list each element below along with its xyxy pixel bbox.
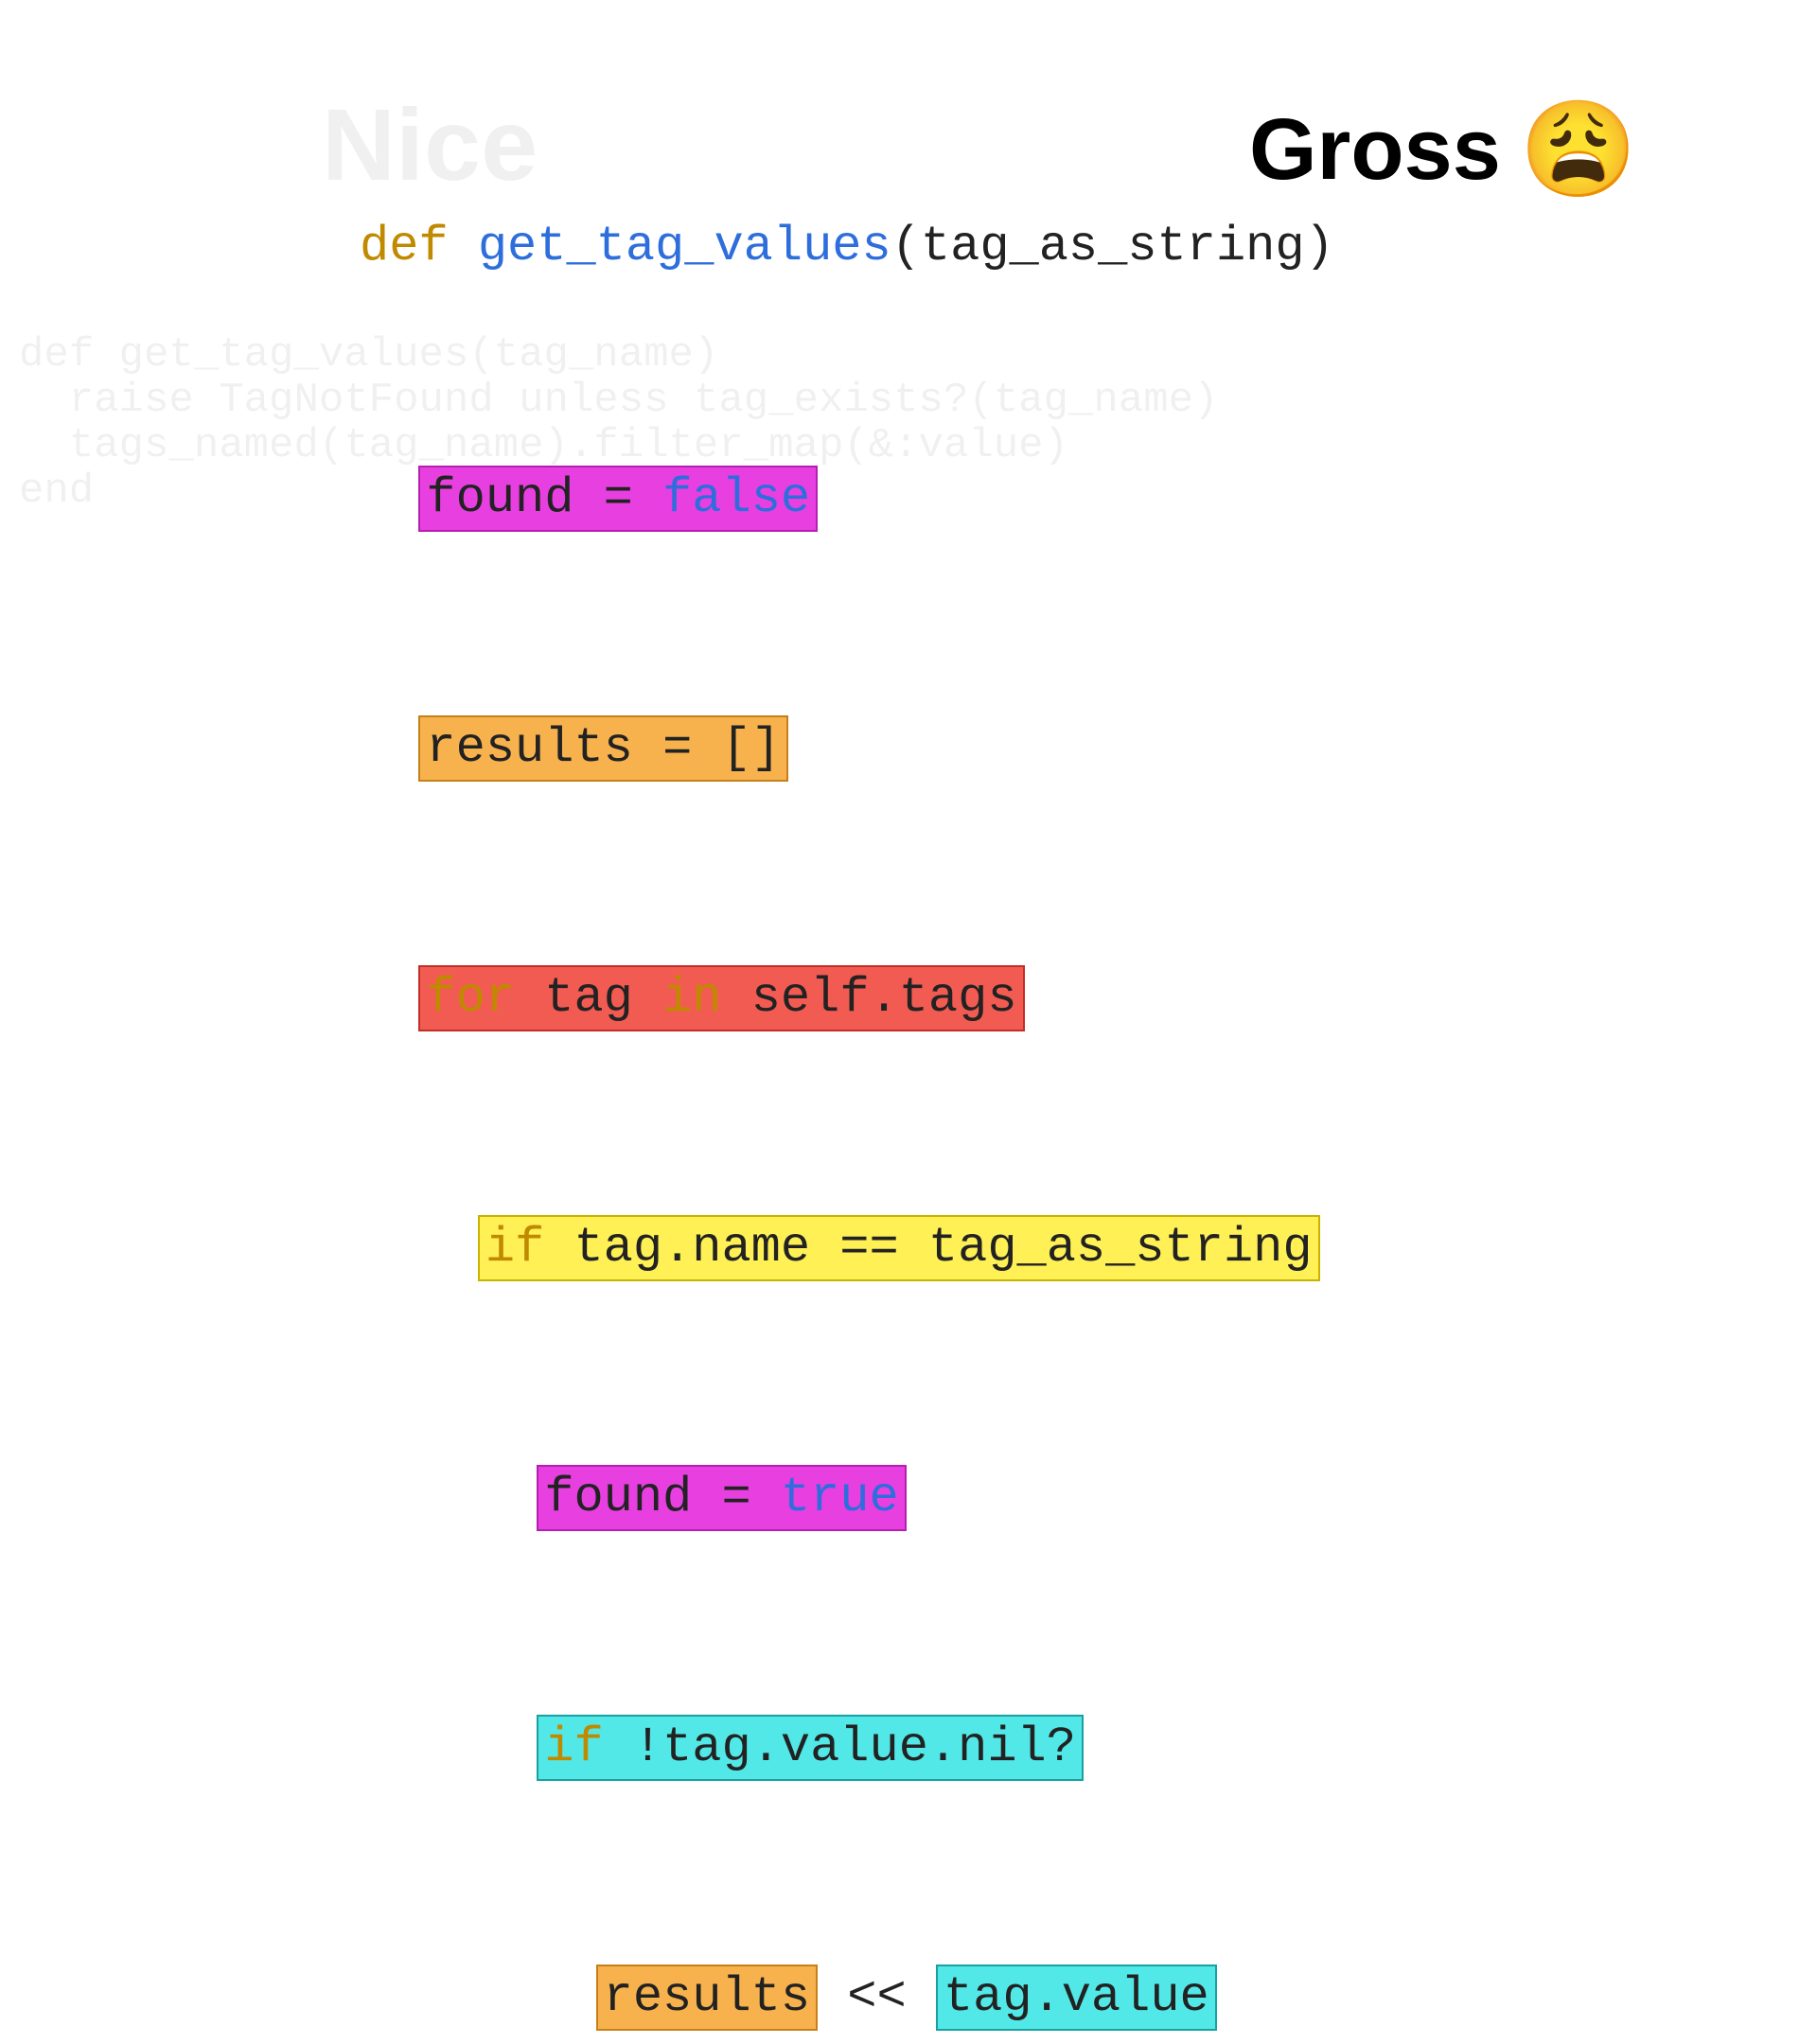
hl-if-name: if tag.name == tag_as_string <box>478 1215 1320 1281</box>
hl-if-nil: if !tag.value.nil? <box>537 1715 1084 1781</box>
hl-found-true: found = true <box>537 1465 906 1531</box>
hl-results-init: results = [] <box>418 715 787 782</box>
code-line-2: found = false <box>360 466 1334 528</box>
slide: Nice def get_tag_values(tag_name) raise … <box>0 0 1817 1022</box>
code-line-1: def get_tag_values(tag_as_string) <box>360 216 1334 278</box>
hl-found-false: found = false <box>418 466 818 532</box>
code-line-6: found = true <box>360 1465 1334 1527</box>
code-block: def get_tag_values(tag_as_string) found … <box>360 28 1334 2044</box>
code-line-4: for tag in self.tags <box>360 965 1334 1028</box>
hl-results-var: results <box>596 1965 818 2031</box>
code-line-3: results = [] <box>360 715 1334 778</box>
code-line-7: if !tag.value.nil? <box>360 1715 1334 1777</box>
ghost-code-line-4: end <box>19 467 94 515</box>
code-line-5: if tag.name == tag_as_string <box>360 1215 1334 1278</box>
code-line-8: results << tag.value <box>360 1965 1334 2027</box>
weary-face-icon: 😩 <box>1520 95 1638 205</box>
hl-tag-value: tag.value <box>936 1965 1217 2031</box>
